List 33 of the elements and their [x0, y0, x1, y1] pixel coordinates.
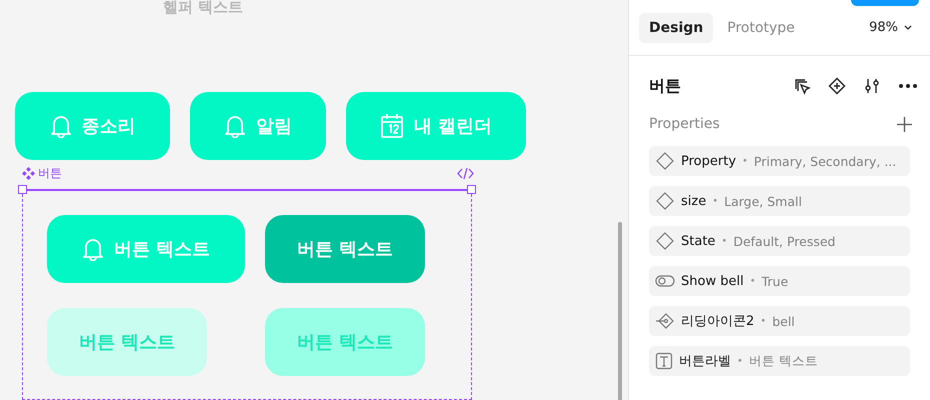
component-diamond-icon[interactable]	[828, 77, 846, 95]
property-row[interactable]: 버튼라벨 • 버튼 텍스트	[649, 346, 910, 376]
zoom-dropdown[interactable]: 98%	[863, 19, 920, 36]
more-icon[interactable]	[898, 83, 918, 89]
property-row[interactable]: Property • Primary, Secondary, ...	[649, 146, 910, 176]
adjust-icon[interactable]	[863, 77, 881, 95]
diamond-icon	[655, 191, 675, 211]
select-instances-icon[interactable]	[793, 77, 811, 95]
text-icon	[655, 352, 673, 370]
bell-icon	[82, 237, 104, 261]
bell-icon	[50, 114, 72, 138]
scrollbar[interactable]	[618, 222, 622, 400]
resize-handle[interactable]	[18, 185, 27, 194]
component-name: 버튼	[38, 164, 62, 182]
property-row[interactable]: 리딩아이콘2 • bell	[649, 306, 910, 336]
calendar-icon	[380, 113, 404, 139]
property-row[interactable]: State • Default, Pressed	[649, 226, 910, 256]
helper-text: 헬퍼 텍스트	[163, 0, 244, 17]
diamond-icon	[655, 151, 675, 171]
bell-icon	[224, 114, 246, 138]
diamond-icon	[655, 231, 675, 251]
panel-tab[interactable]: Design	[639, 12, 714, 42]
panel-title: 버튼	[649, 76, 681, 96]
add-icon[interactable]	[897, 116, 912, 132]
property-row[interactable]: Show bell • True	[649, 266, 910, 296]
property-row[interactable]: size • Large, Small	[649, 186, 910, 216]
component-icon	[22, 166, 35, 180]
section-title: Properties	[649, 116, 720, 132]
instance-icon	[655, 311, 675, 331]
code-icon[interactable]	[457, 166, 474, 180]
resize-handle[interactable]	[467, 185, 476, 194]
toggle-icon	[655, 274, 675, 288]
chevron-icon	[904, 25, 912, 30]
